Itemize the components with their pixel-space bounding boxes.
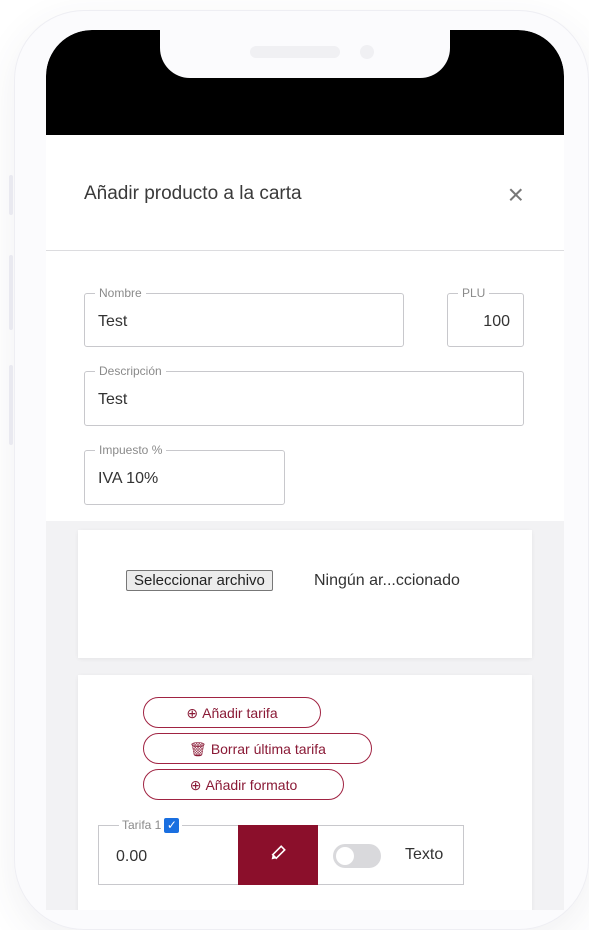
impuesto-value: IVA 10% xyxy=(98,470,159,487)
nombre-value: Test xyxy=(98,313,128,330)
add-tarifa-label: Añadir tarifa xyxy=(202,705,278,721)
texto-toggle-field: Texto xyxy=(318,825,464,885)
impuesto-field[interactable]: Impuesto % IVA 10% xyxy=(84,443,285,505)
pencil-icon xyxy=(271,845,286,860)
product-form: Nombre Test PLU 100 Descripción Test Imp… xyxy=(46,251,564,521)
close-icon[interactable]: × xyxy=(508,181,524,209)
delete-last-tarifa-label: Borrar última tarifa xyxy=(210,741,326,757)
phone-screen: Añadir producto a la carta × Nombre Test… xyxy=(46,30,564,910)
delete-last-tarifa-button[interactable]: 🗑 Borrar última tarifa xyxy=(143,733,372,764)
tarifas-card: ⊕ Añadir tarifa 🗑 Borrar última tarifa ⊕ Añ… xyxy=(78,675,532,910)
phone-side-button xyxy=(9,255,13,330)
tarifa-1-field[interactable]: Tarifa 1 ✓ 0.00 xyxy=(98,817,239,885)
file-upload-card: Seleccionar archivo Ningún ar...ccionado xyxy=(78,530,532,658)
add-tarifa-button[interactable]: ⊕ Añadir tarifa xyxy=(143,697,321,728)
plus-circle-icon: ⊕ xyxy=(189,777,202,793)
descripcion-value: Test xyxy=(98,391,128,408)
phone-side-button xyxy=(9,175,13,215)
modal-title: Añadir producto a la carta xyxy=(84,183,302,204)
descripcion-label: Descripción xyxy=(95,364,166,378)
add-format-label: Añadir formato xyxy=(205,777,298,793)
tarifa-1-legend: Tarifa 1 ✓ xyxy=(119,817,183,833)
nombre-field[interactable]: Nombre Test xyxy=(84,286,404,347)
plu-label: PLU xyxy=(458,286,490,300)
select-file-button[interactable]: Seleccionar archivo xyxy=(126,570,273,591)
trash-icon: 🗑 xyxy=(189,741,207,757)
add-format-button[interactable]: ⊕ Añadir formato xyxy=(143,769,344,800)
modal-header: Añadir producto a la carta × xyxy=(46,135,564,251)
tarifa-1-checkbox[interactable]: ✓ xyxy=(164,817,180,833)
tarifa-1-value: 0.00 xyxy=(116,848,148,865)
texto-toggle[interactable] xyxy=(333,844,381,868)
descripcion-field[interactable]: Descripción Test xyxy=(84,364,524,426)
plu-value: 100 xyxy=(483,313,510,330)
nombre-label: Nombre xyxy=(95,286,146,300)
toggle-knob xyxy=(336,847,354,865)
phone-notch xyxy=(160,30,450,78)
file-status: Ningún ar...ccionado xyxy=(314,572,460,589)
status-bar xyxy=(46,30,564,135)
plu-field[interactable]: PLU 100 xyxy=(447,286,524,347)
plus-circle-icon: ⊕ xyxy=(186,705,199,721)
impuesto-label: Impuesto % xyxy=(95,443,167,457)
tarifa-1-label: Tarifa 1 xyxy=(122,818,162,832)
texto-toggle-label: Texto xyxy=(405,846,444,863)
edit-tarifa-button[interactable] xyxy=(238,825,318,885)
phone-side-button xyxy=(9,365,13,445)
